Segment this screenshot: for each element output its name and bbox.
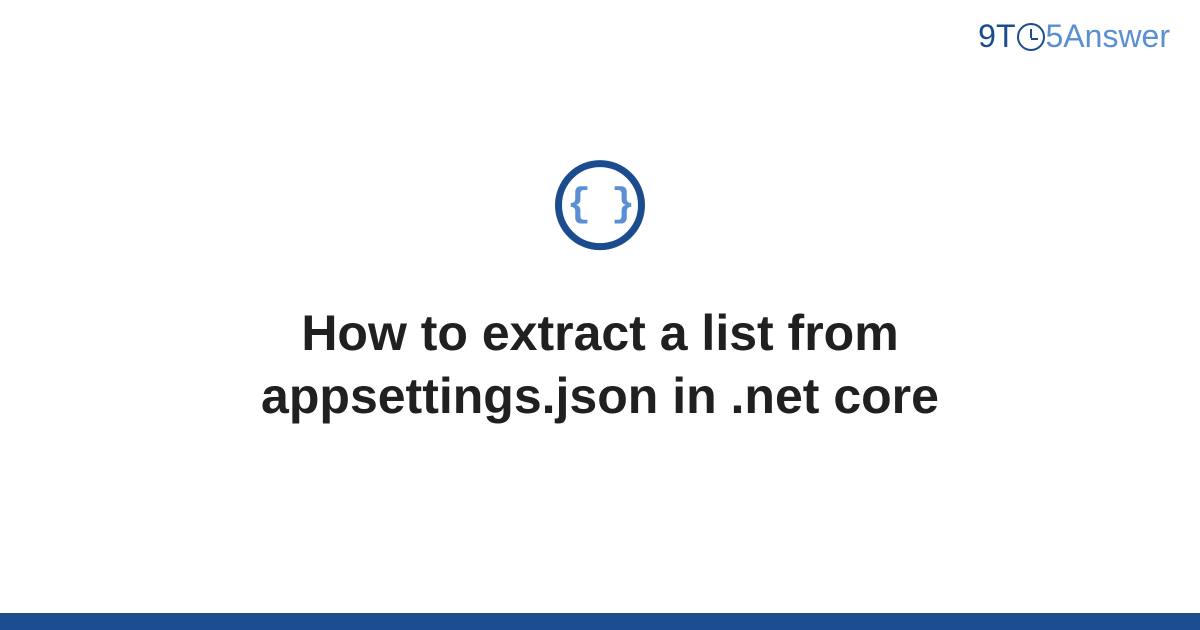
logo-text-9t: 9T: [978, 18, 1015, 55]
clock-icon: [1017, 23, 1045, 51]
logo-text-5answer: 5Answer: [1046, 18, 1171, 55]
site-logo[interactable]: 9T 5Answer: [978, 18, 1170, 55]
json-braces-icon: { }: [567, 183, 633, 228]
site-header: 9T 5Answer: [978, 18, 1170, 55]
page-title: How to extract a list from appsettings.j…: [150, 302, 1050, 427]
bottom-accent-bar: [0, 613, 1200, 630]
json-icon: { }: [555, 160, 645, 250]
main-content: { } How to extract a list from appsettin…: [0, 160, 1200, 427]
